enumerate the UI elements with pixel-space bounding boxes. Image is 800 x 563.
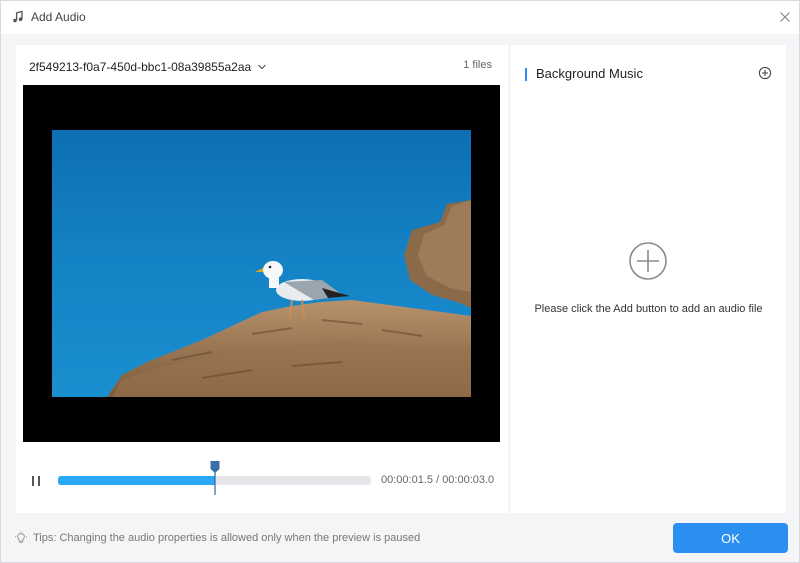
progress-fill xyxy=(58,476,215,485)
progress-handle[interactable] xyxy=(209,460,221,495)
ok-button[interactable]: OK xyxy=(673,523,788,553)
add-audio-hint: Please click the Add button to add an au… xyxy=(534,303,763,315)
tips-text: Tips: Changing the audio properties is a… xyxy=(33,532,421,544)
music-note-icon xyxy=(13,10,23,23)
seagull-photo xyxy=(52,130,471,397)
file-name: 2f549213-f0a7-450d-bbc1-08a39855a2aa xyxy=(29,60,252,74)
background-music-title: Background Music xyxy=(536,66,643,81)
file-count: 1 files xyxy=(463,59,492,71)
chevron-down-icon xyxy=(258,64,267,70)
plus-circle-icon[interactable] xyxy=(758,66,772,80)
lightbulb-icon xyxy=(15,531,27,544)
close-icon[interactable] xyxy=(777,9,793,25)
preview-panel: 2f549213-f0a7-450d-bbc1-08a39855a2aa 1 f… xyxy=(16,45,508,513)
file-selector[interactable]: 2f549213-f0a7-450d-bbc1-08a39855a2aa xyxy=(29,58,267,76)
pause-button[interactable] xyxy=(29,474,43,488)
video-preview xyxy=(23,85,500,442)
add-audio-dialog: Add Audio 2f549213-f0a7-450d-bbc1-08a398… xyxy=(0,0,800,563)
background-music-panel: Background Music Please click the Add bu… xyxy=(511,45,786,513)
window-title: Add Audio xyxy=(31,10,86,24)
time-readout: 00:00:01.5 / 00:00:03.0 xyxy=(381,474,495,486)
add-audio-icon[interactable] xyxy=(628,241,668,281)
title-bar: Add Audio xyxy=(1,1,799,34)
pause-icon xyxy=(32,476,34,486)
section-accent-bar xyxy=(525,68,527,81)
